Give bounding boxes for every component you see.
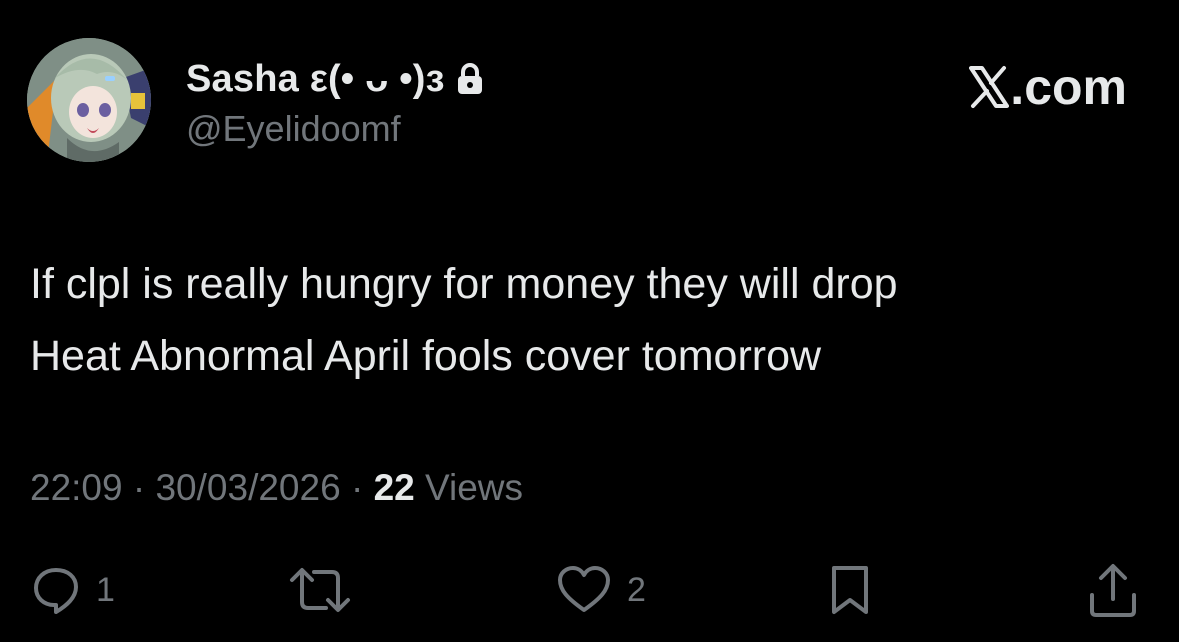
tweet-line: If clpl is really hungry for money they … xyxy=(30,260,898,308)
reply-button[interactable]: 1 xyxy=(30,560,115,620)
reply-icon xyxy=(34,568,78,614)
retweet-icon xyxy=(290,568,350,612)
x-logo-icon xyxy=(969,66,1010,108)
meta-separator: · xyxy=(350,467,364,508)
like-button[interactable]: 2 xyxy=(555,560,646,620)
tweet-text: If clpl is really hungry for money they … xyxy=(30,248,1140,392)
tweet-metadata: 22:09 · 30/03/2026 · 22 Views xyxy=(30,467,523,509)
author-name-row: Sasha ε(• ᴗ •)з xyxy=(186,54,485,104)
action-bar: 1 2 xyxy=(0,560,1179,620)
heart-icon xyxy=(558,566,610,612)
views-label: Views xyxy=(425,467,524,508)
lock-icon xyxy=(455,62,485,96)
tweet-time[interactable]: 22:09 xyxy=(30,467,123,508)
share-icon xyxy=(1090,564,1136,617)
author-handle[interactable]: @Eyelidoomf xyxy=(186,108,401,150)
retweet-button[interactable] xyxy=(286,560,354,620)
bookmark-icon xyxy=(832,566,868,614)
like-count: 2 xyxy=(627,570,646,609)
share-button[interactable] xyxy=(1086,560,1140,620)
avatar[interactable] xyxy=(27,38,151,162)
reply-count: 1 xyxy=(96,570,115,609)
avatar-image xyxy=(27,38,151,162)
brand-label: .com xyxy=(1010,59,1127,115)
brand-watermark: .com xyxy=(969,58,1127,116)
bookmark-button[interactable] xyxy=(826,560,874,620)
views-count: 22 xyxy=(373,467,415,508)
tweet-line: Heat Abnormal April fools cover tomorrow xyxy=(30,332,822,380)
display-name[interactable]: Sasha ε(• ᴗ •)з xyxy=(186,58,445,101)
meta-separator: · xyxy=(132,467,146,508)
tweet-date[interactable]: 30/03/2026 xyxy=(155,467,340,508)
